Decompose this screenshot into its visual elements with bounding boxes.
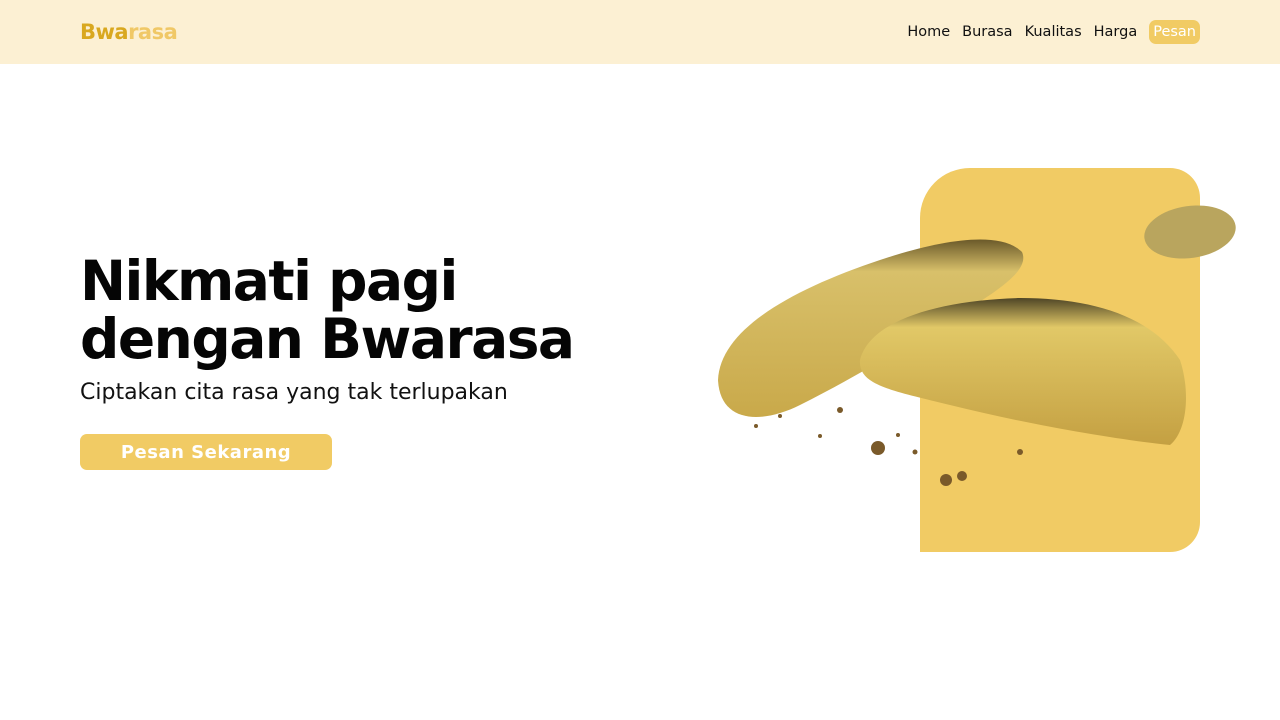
brand-logo-part1: Bwa <box>80 20 129 44</box>
nav-kualitas-link[interactable]: Kualitas <box>1025 20 1082 44</box>
cookie-piece-right <box>859 298 1186 445</box>
cookie-piece-small <box>1144 205 1236 259</box>
navbar: Bwarasa Home Burasa Kualitas Harga Pesan <box>0 0 1280 64</box>
nav-home-link[interactable]: Home <box>907 20 950 44</box>
nav-pesan-button[interactable]: Pesan <box>1149 20 1200 44</box>
nav-burasa-link[interactable]: Burasa <box>962 20 1012 44</box>
cookie-image <box>718 205 1236 486</box>
brand-logo-part2: rasa <box>128 20 178 44</box>
nav-harga-link[interactable]: Harga <box>1094 20 1138 44</box>
brand-logo[interactable]: Bwarasa <box>80 18 178 46</box>
hero-subtitle: Ciptakan cita rasa yang tak terlupakan <box>80 380 508 405</box>
hero-title: Nikmati pagi dengan Bwarasa <box>80 249 575 371</box>
main-nav: Home Burasa Kualitas Harga Pesan <box>907 20 1200 44</box>
cookie-crumbs <box>754 407 1023 486</box>
order-now-button[interactable]: Pesan Sekarang <box>80 434 332 470</box>
